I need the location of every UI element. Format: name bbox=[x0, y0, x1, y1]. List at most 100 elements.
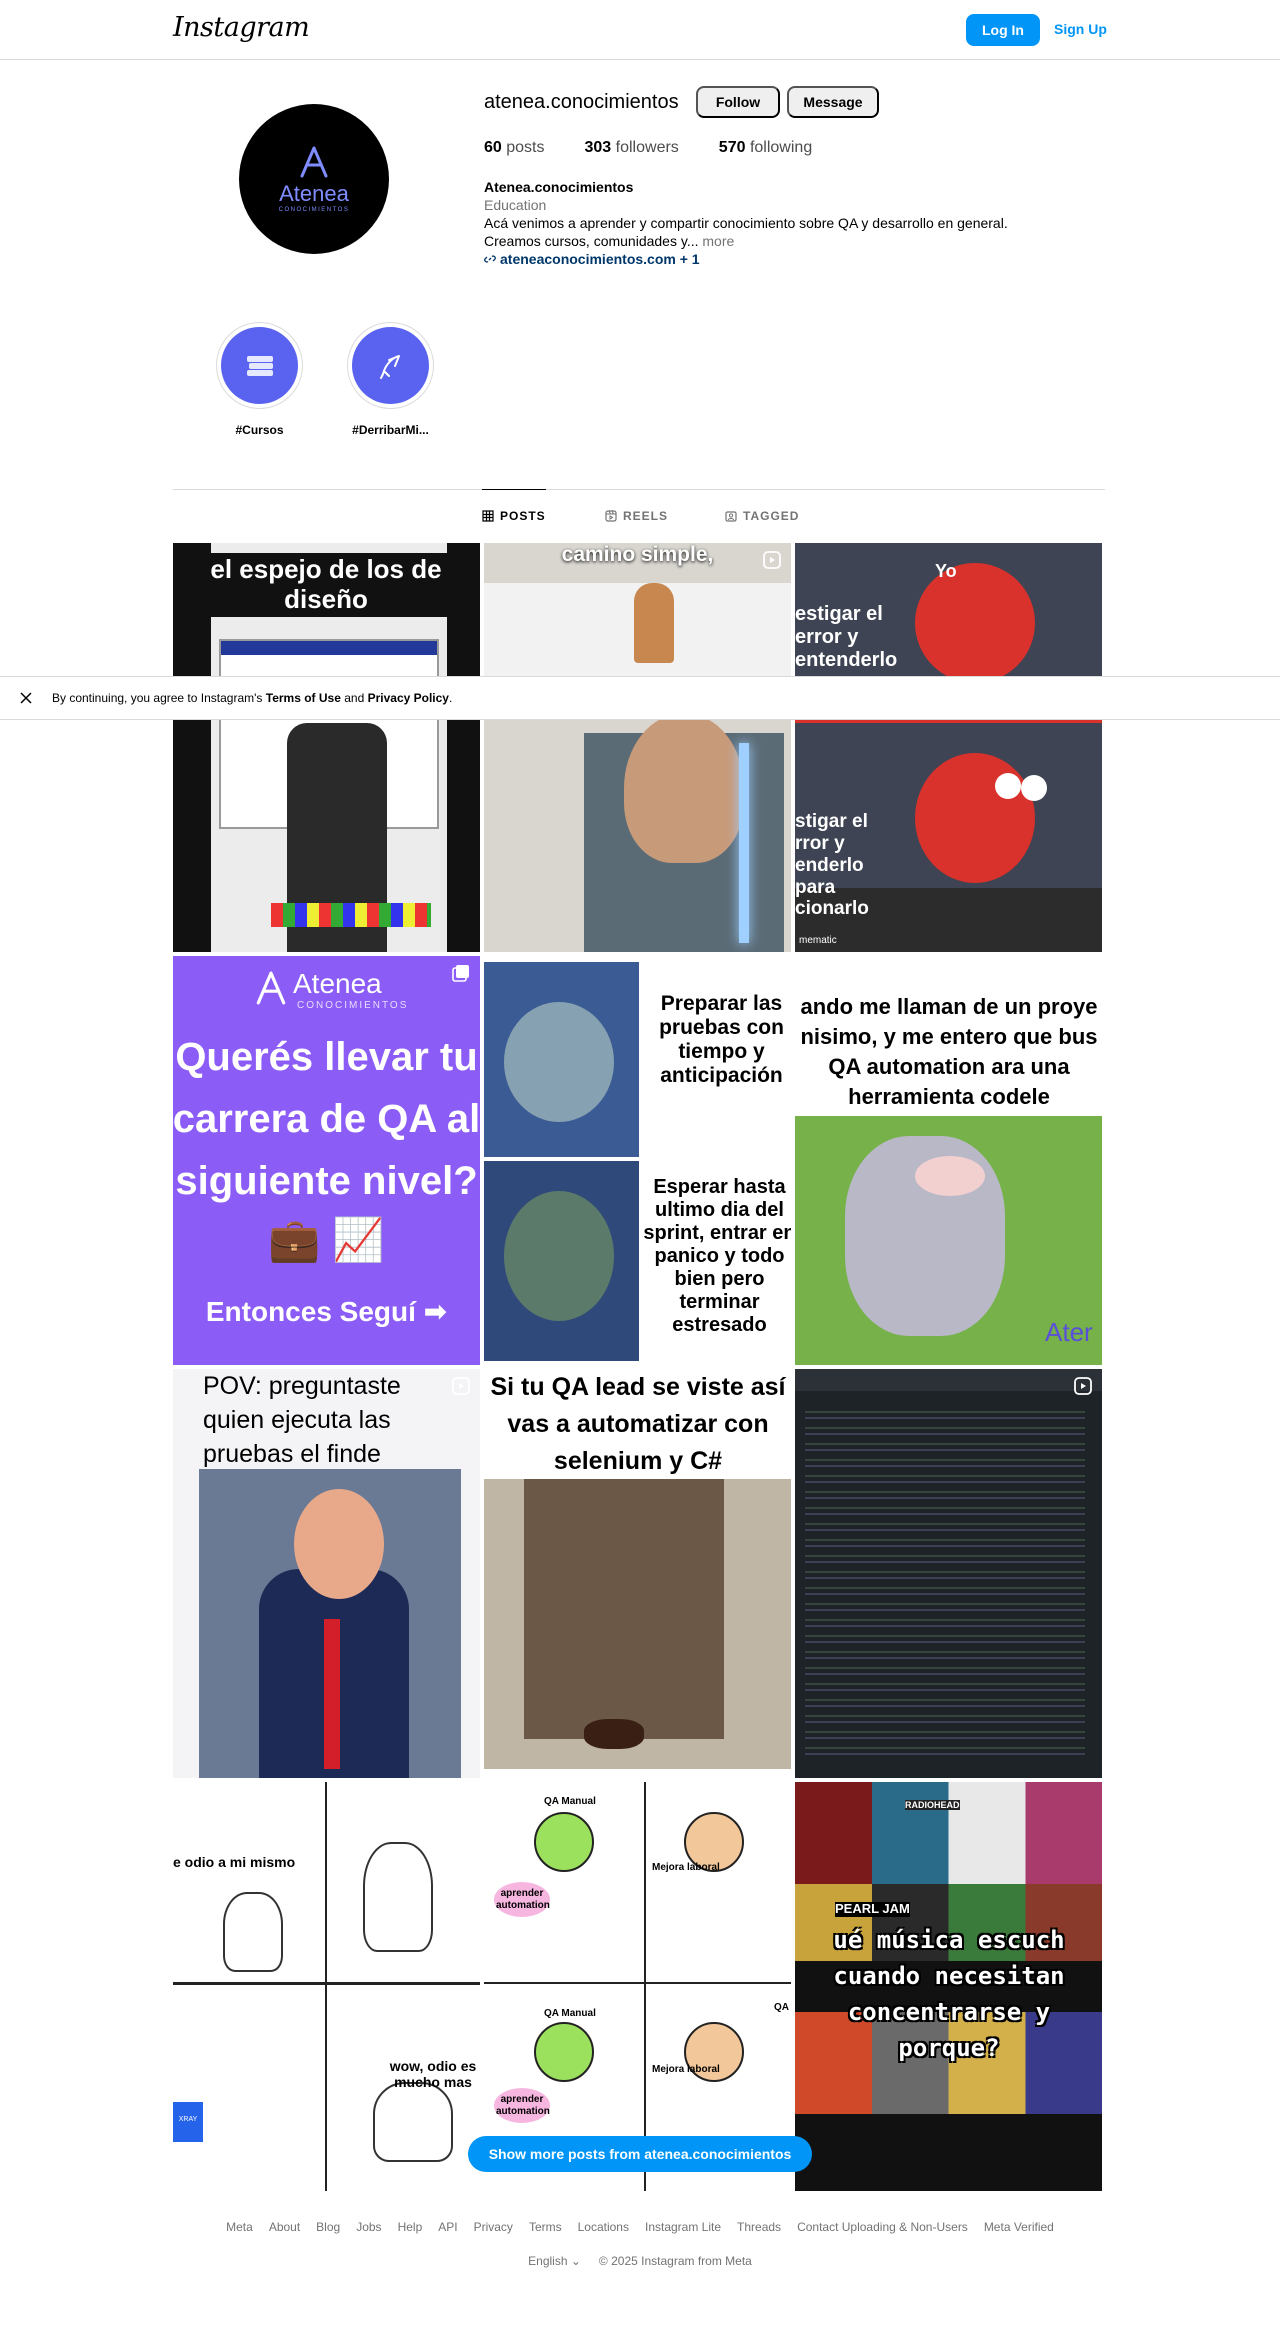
highlight-derribar[interactable]: #DerribarMi... bbox=[347, 322, 434, 437]
post-tile[interactable] bbox=[795, 1369, 1102, 1778]
chevron-down-icon: ⌄ bbox=[570, 2254, 581, 2268]
post-caption: el espejo de los de diseño bbox=[201, 553, 451, 617]
footer-link[interactable]: Privacy bbox=[474, 2220, 513, 2234]
footer-link[interactable]: Instagram Lite bbox=[645, 2220, 721, 2234]
post-caption-bottom: wow, odio es mucho mas bbox=[389, 2058, 477, 2091]
speech-bubble: aprender automation bbox=[494, 2088, 550, 2123]
watermark: mematic bbox=[799, 935, 837, 946]
post-tile[interactable]: Si tu QA lead se viste así vas a automat… bbox=[484, 1369, 791, 1778]
profile-avatar[interactable]: Atenea CONOCIMIENTOS bbox=[239, 104, 389, 254]
footer-link[interactable]: About bbox=[269, 2220, 300, 2234]
top-nav: Instagram Log In Sign Up bbox=[0, 0, 1280, 60]
footer-link[interactable]: Terms bbox=[529, 2220, 562, 2234]
bio-line-2-wrap: Creamos cursos, comunidades y... more bbox=[484, 232, 1104, 250]
post-photo bbox=[199, 1469, 461, 1778]
elmo-head bbox=[915, 753, 1035, 883]
editor-tabs bbox=[795, 1369, 1102, 1391]
neon-light bbox=[739, 743, 749, 943]
footer-link[interactable]: Contact Uploading & Non-Users bbox=[797, 2220, 968, 2234]
xray-badge: XRAY bbox=[178, 2116, 198, 2123]
reel-icon bbox=[763, 551, 781, 569]
bio-category: Education bbox=[484, 197, 547, 213]
bio-website-link[interactable]: ateneaconocimientos.com + 1 bbox=[484, 250, 1104, 268]
footer-bottom: English ⌄ © 2025 Instagram from Meta bbox=[0, 2254, 1280, 2268]
privacy-link[interactable]: Privacy Policy bbox=[368, 691, 449, 705]
post-caption-top: e odio a mi mismo bbox=[173, 1854, 296, 1870]
watermark: Ater bbox=[1045, 1317, 1093, 1347]
post-tile[interactable]: QA Manual QA Manual aprender automation … bbox=[484, 1782, 791, 2191]
post-caption: Querés llevar tu carrera de QA al siguie… bbox=[173, 1035, 480, 1203]
post-tile[interactable]: Preparar las pruebas con tiempo y antici… bbox=[484, 956, 791, 1365]
shoe bbox=[584, 1719, 644, 1749]
message-button[interactable]: Message bbox=[787, 86, 879, 118]
post-caption: stigar el rror y enderlo para cionarlo bbox=[795, 811, 869, 920]
alien-head bbox=[534, 2022, 594, 2082]
tab-reels[interactable]: REELS bbox=[605, 490, 668, 542]
post-caption: ué música escuch cuando necesitan concen… bbox=[833, 1926, 1065, 2062]
profile-stats: 60 posts 303 followers 570 following bbox=[484, 139, 852, 157]
highlight-cursos[interactable]: #Cursos bbox=[216, 322, 303, 437]
signup-link[interactable]: Sign Up bbox=[1054, 21, 1107, 37]
copyright: © 2025 Instagram from Meta bbox=[598, 2254, 752, 2268]
following-count[interactable]: 570 following bbox=[719, 139, 812, 157]
footer-link[interactable]: Meta bbox=[226, 2220, 253, 2234]
post-tile[interactable]: Atenea CONOCIMIENTOS Querés llevar tu ca… bbox=[173, 956, 480, 1365]
footer-link[interactable]: Jobs bbox=[356, 2220, 381, 2234]
post-tile[interactable]: RADIOHEAD PEARL JAM ué música escuch cua… bbox=[795, 1782, 1102, 2191]
blob-character bbox=[223, 1892, 283, 1972]
label-qa: QA bbox=[774, 2002, 789, 2013]
rocket-icon bbox=[379, 354, 400, 379]
language-select[interactable]: English ⌄ bbox=[528, 2254, 581, 2268]
language-label: English bbox=[528, 2254, 568, 2268]
blob-character bbox=[373, 2082, 453, 2162]
tab-posts[interactable]: POSTS bbox=[482, 489, 546, 541]
post-caption-bottom: Esperar hasta ultimo dia del sprint, ent… bbox=[643, 1176, 791, 1336]
bio-more-link[interactable]: more bbox=[702, 233, 734, 249]
post-caption: estigar el error y entenderlo bbox=[795, 603, 898, 671]
tab-posts-label: POSTS bbox=[500, 508, 546, 523]
footer-link[interactable]: Meta Verified bbox=[984, 2220, 1054, 2234]
elmo-head bbox=[915, 563, 1035, 683]
meme-panel-top bbox=[484, 962, 639, 1157]
bugs-ear bbox=[915, 1156, 985, 1196]
terms-link[interactable]: Terms of Use bbox=[266, 691, 341, 705]
avatar-brand-sub: CONOCIMIENTOS bbox=[278, 207, 350, 213]
close-icon[interactable] bbox=[18, 690, 34, 706]
reel-icon bbox=[452, 1377, 470, 1395]
palette bbox=[271, 903, 431, 927]
reel-icon bbox=[1074, 1377, 1092, 1395]
show-more-posts-button[interactable]: Show more posts from atenea.conocimiento… bbox=[468, 2136, 812, 2172]
link-icon bbox=[484, 255, 496, 263]
footer-link[interactable]: Help bbox=[398, 2220, 423, 2234]
followers-count[interactable]: 303 followers bbox=[585, 139, 679, 157]
login-button[interactable]: Log In bbox=[966, 14, 1040, 46]
person-face bbox=[624, 713, 744, 863]
xray-box: XRAY bbox=[173, 2102, 203, 2142]
post-tile[interactable]: XRAY e odio a mi mismo wow, odio es much… bbox=[173, 1782, 480, 2191]
speech-bubble: aprender automation bbox=[494, 1882, 550, 1917]
fish-character bbox=[504, 1002, 614, 1122]
footer-link[interactable]: API bbox=[438, 2220, 457, 2234]
elmo-eye bbox=[995, 773, 1021, 799]
post-tile[interactable]: el espejo de los de diseño bbox=[173, 543, 480, 952]
footer-link[interactable]: Locations bbox=[578, 2220, 629, 2234]
cookie-text: By continuing, you agree to Instagram's … bbox=[52, 691, 452, 705]
highlight-label: #Cursos bbox=[235, 423, 284, 437]
post-tile[interactable]: camino simple, bbox=[484, 543, 791, 952]
tie bbox=[324, 1619, 340, 1769]
code-lines bbox=[805, 1403, 1085, 1763]
instagram-logo[interactable]: Instagram bbox=[173, 12, 310, 43]
post-tile[interactable]: Yo estigar el error y entenderlo stigar … bbox=[795, 543, 1102, 952]
toy-figure bbox=[634, 583, 674, 663]
highlight-ring bbox=[347, 322, 434, 409]
footer-link[interactable]: Blog bbox=[316, 2220, 340, 2234]
post-photo bbox=[484, 1479, 791, 1769]
profile-username: atenea.conocimientos bbox=[484, 91, 679, 113]
cookie-text-and: and bbox=[340, 691, 368, 705]
post-tile[interactable]: ando me llaman de un proye nisimo, y me … bbox=[795, 956, 1102, 1365]
tab-tagged[interactable]: TAGGED bbox=[725, 490, 799, 542]
post-tile[interactable]: POV: preguntaste quien ejecuta las prueb… bbox=[173, 1369, 480, 1778]
carousel-icon bbox=[452, 965, 469, 982]
follow-button[interactable]: Follow bbox=[696, 86, 780, 118]
footer-link[interactable]: Threads bbox=[737, 2220, 781, 2234]
